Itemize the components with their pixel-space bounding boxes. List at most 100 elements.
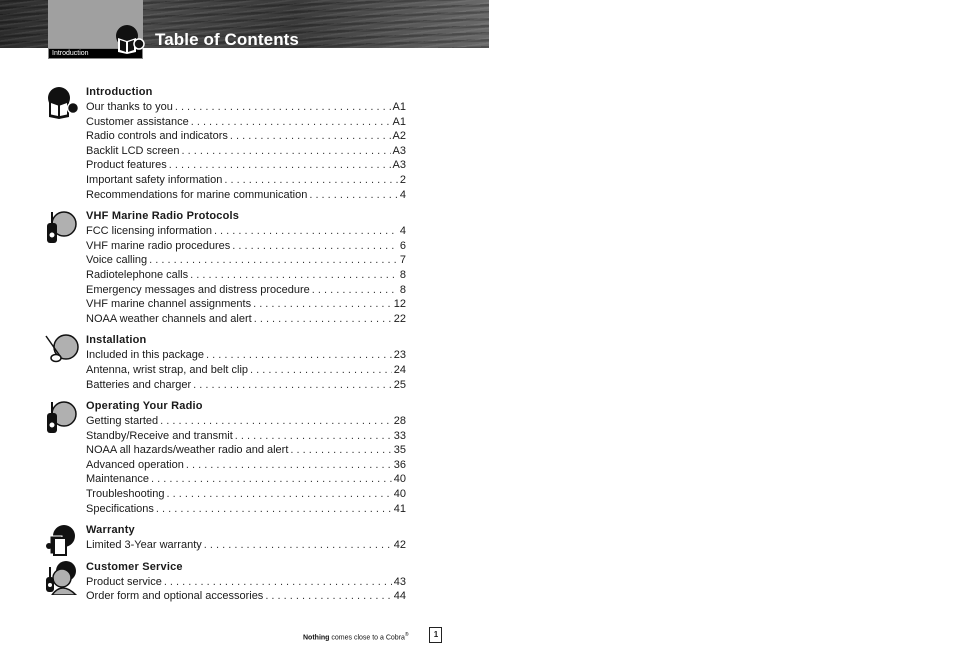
toc-entry-page: 41 bbox=[393, 502, 406, 515]
dot-leader bbox=[156, 502, 392, 517]
toc-entry-page: 4 bbox=[399, 225, 406, 238]
toc-entry-label: Getting started bbox=[86, 415, 159, 428]
toc-entry[interactable]: Customer assistance A1 bbox=[86, 115, 406, 130]
toc-entry-page: A3 bbox=[392, 144, 406, 157]
toc-entry-page: 4 bbox=[399, 188, 406, 201]
dot-leader bbox=[149, 253, 398, 268]
toc-entry[interactable]: Included in this package 23 bbox=[86, 348, 406, 363]
toc-entry[interactable]: Standby/Receive and transmit 33 bbox=[86, 429, 406, 444]
section-title: Customer Service bbox=[86, 560, 183, 573]
toc-entry[interactable]: Radiotelephone calls 8 bbox=[86, 268, 406, 283]
dot-leader bbox=[309, 188, 398, 203]
toc-entry-label: Batteries and charger bbox=[86, 378, 192, 391]
toc-entry[interactable]: Our thanks to you A1 bbox=[86, 100, 406, 115]
toc-entry-page: 35 bbox=[393, 444, 406, 457]
toc-entry[interactable]: Emergency messages and distress procedur… bbox=[86, 283, 406, 298]
toc-entry-label: Radiotelephone calls bbox=[86, 268, 189, 281]
toc-entry[interactable]: NOAA weather channels and alert 22 bbox=[86, 312, 406, 327]
dot-leader bbox=[191, 115, 391, 130]
toc-entry-label: Important safety information bbox=[86, 173, 223, 186]
dot-leader bbox=[175, 100, 391, 115]
toc-entry[interactable]: Maintenance 40 bbox=[86, 472, 406, 487]
dot-leader bbox=[253, 297, 392, 312]
toc-entry-page: 25 bbox=[393, 378, 406, 391]
toc-entry[interactable]: Limited 3-Year warranty 42 bbox=[86, 538, 406, 553]
handheld-radio-icon bbox=[44, 210, 82, 249]
toc-entry-page: 8 bbox=[399, 268, 406, 281]
book-reader-icon bbox=[44, 86, 82, 125]
table-of-contents: IntroductionOur thanks to youA1Customer … bbox=[45, 86, 406, 612]
toc-entry-page: 8 bbox=[399, 283, 406, 296]
toc-entry[interactable]: Specifications 41 bbox=[86, 502, 406, 517]
toc-entry[interactable]: Advanced operation 36 bbox=[86, 458, 406, 473]
toc-entry[interactable]: Important safety information 2 bbox=[86, 173, 406, 188]
toc-section-introduction: IntroductionOur thanks to youA1Customer … bbox=[48, 86, 406, 203]
toc-entry-label: Order form and optional accessories bbox=[86, 590, 264, 603]
toc-entry-page: 12 bbox=[393, 298, 406, 311]
dot-leader bbox=[290, 443, 391, 458]
toc-entry[interactable]: Order form and optional accessories 44 bbox=[86, 589, 406, 604]
toc-entry[interactable]: NOAA all hazards/weather radio and alert… bbox=[86, 443, 406, 458]
toc-entry-label: Emergency messages and distress procedur… bbox=[86, 283, 310, 296]
toc-entry-page: A1 bbox=[392, 115, 406, 128]
toc-section-warranty: Warranty Limited 3-Year warranty 42 bbox=[46, 524, 406, 557]
dot-leader bbox=[254, 312, 392, 327]
toc-entry-page: 40 bbox=[393, 473, 406, 486]
toc-entry-page: 33 bbox=[393, 429, 406, 442]
dot-leader bbox=[224, 173, 398, 188]
toc-entry[interactable]: Radio controls and indicators A2 bbox=[86, 129, 406, 144]
toc-entry-page: 23 bbox=[393, 349, 406, 362]
toc-entry-label: Advanced operation bbox=[86, 458, 184, 471]
footer-tagline-rest: comes close to a Cobra bbox=[329, 634, 405, 642]
page-title: Table of Contents bbox=[155, 30, 299, 49]
toc-section-customer-service: Customer Service Product service43Order f… bbox=[46, 560, 406, 604]
toc-entry-page: 40 bbox=[393, 488, 406, 501]
dot-leader bbox=[182, 144, 391, 159]
toc-entry[interactable]: Product features A3 bbox=[86, 158, 406, 173]
toc-entry-label: Included in this package bbox=[86, 349, 205, 362]
toc-section-installation: InstallationIncluded in this package23An… bbox=[45, 334, 406, 393]
toc-entry-label: Customer assistance bbox=[86, 115, 189, 128]
toc-entry[interactable]: VHF marine radio procedures 6 bbox=[86, 239, 406, 254]
toc-entry[interactable]: Troubleshooting 40 bbox=[86, 487, 406, 502]
toc-entry[interactable]: Voice calling 7 bbox=[86, 253, 406, 268]
toc-entry[interactable]: Antenna, wrist strap, and belt clip 24 bbox=[86, 363, 406, 378]
toc-entry-label: Product service bbox=[86, 575, 162, 588]
toc-entry[interactable]: Getting started 28 bbox=[86, 414, 406, 429]
dot-leader bbox=[169, 158, 391, 173]
toc-section-operating-your-radio: Operating Your RadioGetting started28Sta… bbox=[47, 400, 406, 517]
toc-entry-page: 7 bbox=[399, 254, 406, 267]
dot-leader bbox=[166, 487, 391, 502]
dot-leader bbox=[193, 378, 392, 393]
toc-entry[interactable]: Recommendations for marine communication… bbox=[86, 188, 406, 203]
trademark-symbol: ® bbox=[404, 632, 409, 638]
footer-tagline: Nothing comes close to a Cobra® bbox=[303, 632, 409, 641]
toc-entry-label: NOAA weather channels and alert bbox=[86, 312, 252, 325]
toc-entry[interactable]: Backlit LCD screen A3 bbox=[86, 144, 406, 159]
toc-entry-page: 6 bbox=[399, 239, 406, 252]
dot-leader bbox=[214, 224, 398, 239]
toc-entry-label: VHF marine channel assignments bbox=[86, 298, 252, 311]
toc-entry-page: A1 bbox=[392, 101, 406, 113]
toc-entry-label: Recommendations for marine communication bbox=[86, 188, 308, 201]
toc-entry-page: A3 bbox=[392, 159, 406, 172]
handheld-radio-icon bbox=[44, 400, 82, 439]
dot-leader bbox=[235, 429, 392, 444]
dot-leader bbox=[190, 268, 398, 283]
toc-entry-label: FCC licensing information bbox=[86, 225, 212, 238]
toc-entry-page: 28 bbox=[393, 415, 406, 428]
section-title: Warranty bbox=[86, 524, 135, 537]
page-number: 1 bbox=[433, 630, 439, 639]
toc-entry-label: NOAA all hazards/weather radio and alert bbox=[86, 444, 289, 457]
dot-leader bbox=[312, 283, 398, 298]
toc-entry[interactable]: Product service 43 bbox=[86, 575, 406, 590]
toc-entry[interactable]: Batteries and charger 25 bbox=[86, 378, 406, 393]
dot-leader bbox=[151, 472, 392, 487]
warranty-document-icon bbox=[44, 524, 82, 563]
toc-entry-page: 22 bbox=[393, 312, 406, 325]
book-reader-icon bbox=[113, 24, 145, 59]
toc-entry-label: VHF marine radio procedures bbox=[86, 239, 231, 252]
toc-entry[interactable]: VHF marine channel assignments 12 bbox=[86, 297, 406, 312]
antenna-icon bbox=[44, 334, 82, 373]
toc-entry[interactable]: FCC licensing information 4 bbox=[86, 224, 406, 239]
